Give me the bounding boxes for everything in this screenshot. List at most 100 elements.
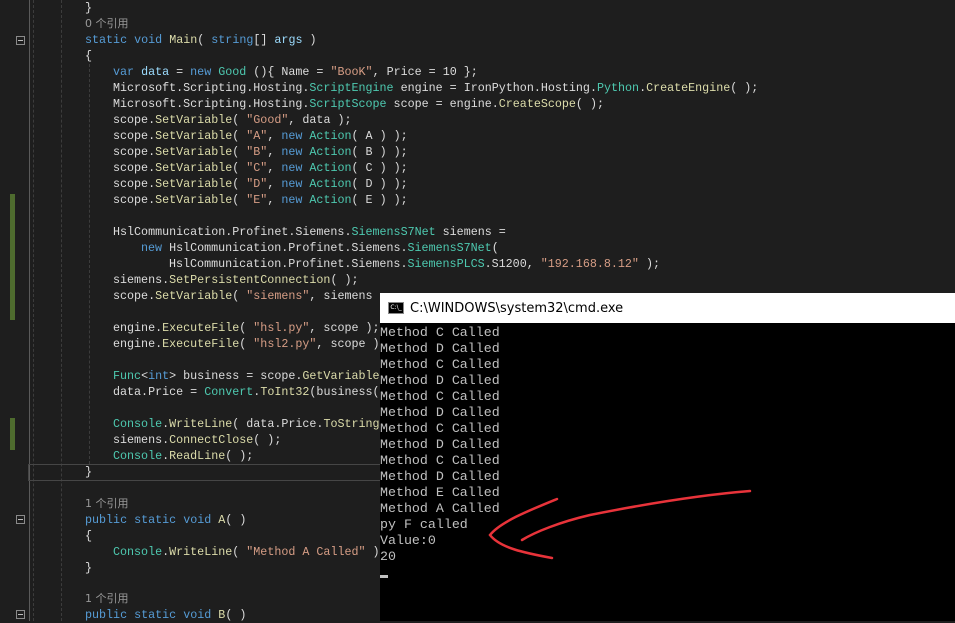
code-token: ( ); — [575, 97, 604, 111]
change-marker — [10, 418, 15, 450]
console-output: Method C Called Method D Called Method C C… — [380, 323, 955, 578]
code-token: ( ); — [730, 81, 759, 95]
codelens-references[interactable]: 0 个引用 — [85, 16, 129, 32]
code-token: Good — [218, 65, 247, 79]
code-line: engine.ExecuteFile( "hsl2.py", scope ) — [113, 336, 380, 352]
code-token: } — [85, 561, 93, 575]
console-line: Method C Called — [380, 421, 500, 436]
code-token: ) — [365, 545, 380, 559]
code-token: void — [183, 608, 219, 622]
code-token: GetVariable — [302, 369, 380, 383]
code-token: ( ) — [225, 513, 247, 527]
change-marker — [10, 194, 15, 320]
code-token: SetVariable — [155, 289, 233, 303]
code-token: "D" — [246, 177, 268, 191]
code-token: , Price = 10 }; — [372, 65, 478, 79]
code-token: ( — [239, 321, 254, 335]
console-line: Method D Called — [380, 373, 500, 388]
codelens-references[interactable]: 1 个引用 — [85, 496, 129, 512]
code-token: HslCommunication.Profinet.Siemens. — [169, 241, 408, 255]
codelens-references[interactable]: 1 个引用 — [85, 591, 129, 607]
indent-guide — [33, 0, 34, 621]
code-token: Microsoft.Scripting.Hosting. — [113, 97, 310, 111]
code-token: ); — [638, 257, 660, 271]
console-line: Value:0 — [380, 533, 436, 548]
code-token: (){ Name = — [246, 65, 331, 79]
code-token: , — [267, 129, 282, 143]
code-token: "192.168.8.12" — [540, 257, 639, 271]
code-token: 0 个引用 — [85, 17, 129, 30]
code-line: public static void A( ) — [85, 512, 246, 528]
code-token: ( E ) ); — [351, 193, 408, 207]
code-line: data.Price = Convert.ToInt32(business( — [113, 384, 380, 400]
code-token: ConnectClose — [169, 433, 254, 447]
code-token: Console — [113, 545, 163, 559]
collapse-icon[interactable] — [16, 610, 25, 619]
code-line: engine.ExecuteFile( "hsl.py", scope ); — [113, 320, 380, 336]
code-token: scope. — [113, 289, 156, 303]
console-line: py F called — [380, 517, 468, 532]
code-token: "hsl2.py" — [253, 337, 317, 351]
code-token: ( — [232, 289, 247, 303]
indent-guide — [61, 0, 62, 621]
current-line-highlight — [28, 464, 390, 481]
code-line: { — [85, 48, 92, 64]
code-token: ExecuteFile — [162, 337, 240, 351]
code-token: int — [148, 369, 170, 383]
code-token: ( — [232, 113, 247, 127]
code-token: ExecuteFile — [162, 321, 240, 335]
code-token: scope. — [113, 193, 156, 207]
code-token: Func — [113, 369, 142, 383]
code-token: SetVariable — [155, 129, 233, 143]
code-token: Action — [309, 193, 352, 207]
code-token: new — [141, 241, 170, 255]
code-token: ( — [232, 161, 247, 175]
console-line: Method C Called — [380, 389, 500, 404]
code-token: "Method A Called" — [246, 545, 366, 559]
code-token: , — [267, 161, 282, 175]
code-token: Action — [309, 177, 352, 191]
code-token: "BooK" — [330, 65, 373, 79]
code-token: void — [183, 513, 219, 527]
code-token: , — [267, 193, 282, 207]
code-token: new — [190, 65, 219, 79]
console-line: Method D Called — [380, 437, 500, 452]
code-token: .S1200, — [484, 257, 541, 271]
code-token: scope. — [113, 177, 156, 191]
code-line: scope.SetVariable( "E", new Action( E ) … — [113, 192, 408, 208]
code-token: ( D ) ); — [351, 177, 408, 191]
code-token: Python — [596, 81, 640, 95]
collapse-icon[interactable] — [16, 36, 25, 45]
code-line: } — [85, 464, 92, 480]
code-token: ScriptEngine — [309, 81, 394, 95]
code-line: new HslCommunication.Profinet.Siemens.Si… — [141, 240, 499, 256]
code-token: } — [85, 1, 93, 15]
code-token: SetVariable — [155, 113, 233, 127]
outline-line — [29, 0, 30, 621]
code-token: ( — [232, 177, 247, 191]
code-token: (business( — [309, 385, 380, 399]
code-token: Microsoft.Scripting.Hosting. — [113, 81, 310, 95]
code-token: Console — [113, 449, 163, 463]
code-token: scope. — [113, 161, 156, 175]
collapse-icon[interactable] — [16, 515, 25, 524]
code-token: , scope ) — [316, 337, 380, 351]
code-token: data.Price = — [113, 385, 205, 399]
code-token: SiemensS7Net — [407, 241, 492, 255]
code-token: = — [169, 65, 191, 79]
code-token: ToInt32 — [260, 385, 310, 399]
code-line: var data = new Good (){ Name = "BooK", P… — [113, 64, 478, 80]
code-token: ScriptScope — [309, 97, 387, 111]
code-token: siemens. — [113, 273, 170, 287]
code-token: Main — [169, 33, 198, 47]
code-token: [] — [253, 33, 275, 47]
code-token: ( ) — [225, 608, 247, 622]
code-token: 1 个引用 — [85, 592, 129, 605]
code-token: Convert — [204, 385, 254, 399]
code-line: Func<int> business = scope.GetVariable — [113, 368, 380, 384]
cmd-title-bar[interactable]: C:\_ C:\WINDOWS\system32\cmd.exe — [380, 293, 955, 323]
code-token: ( A ) ); — [351, 129, 408, 143]
cmd-window[interactable]: C:\_ C:\WINDOWS\system32\cmd.exe Method … — [380, 293, 955, 621]
code-line: Microsoft.Scripting.Hosting.ScriptScope … — [113, 96, 604, 112]
console-icon: C:\_ — [388, 302, 404, 314]
